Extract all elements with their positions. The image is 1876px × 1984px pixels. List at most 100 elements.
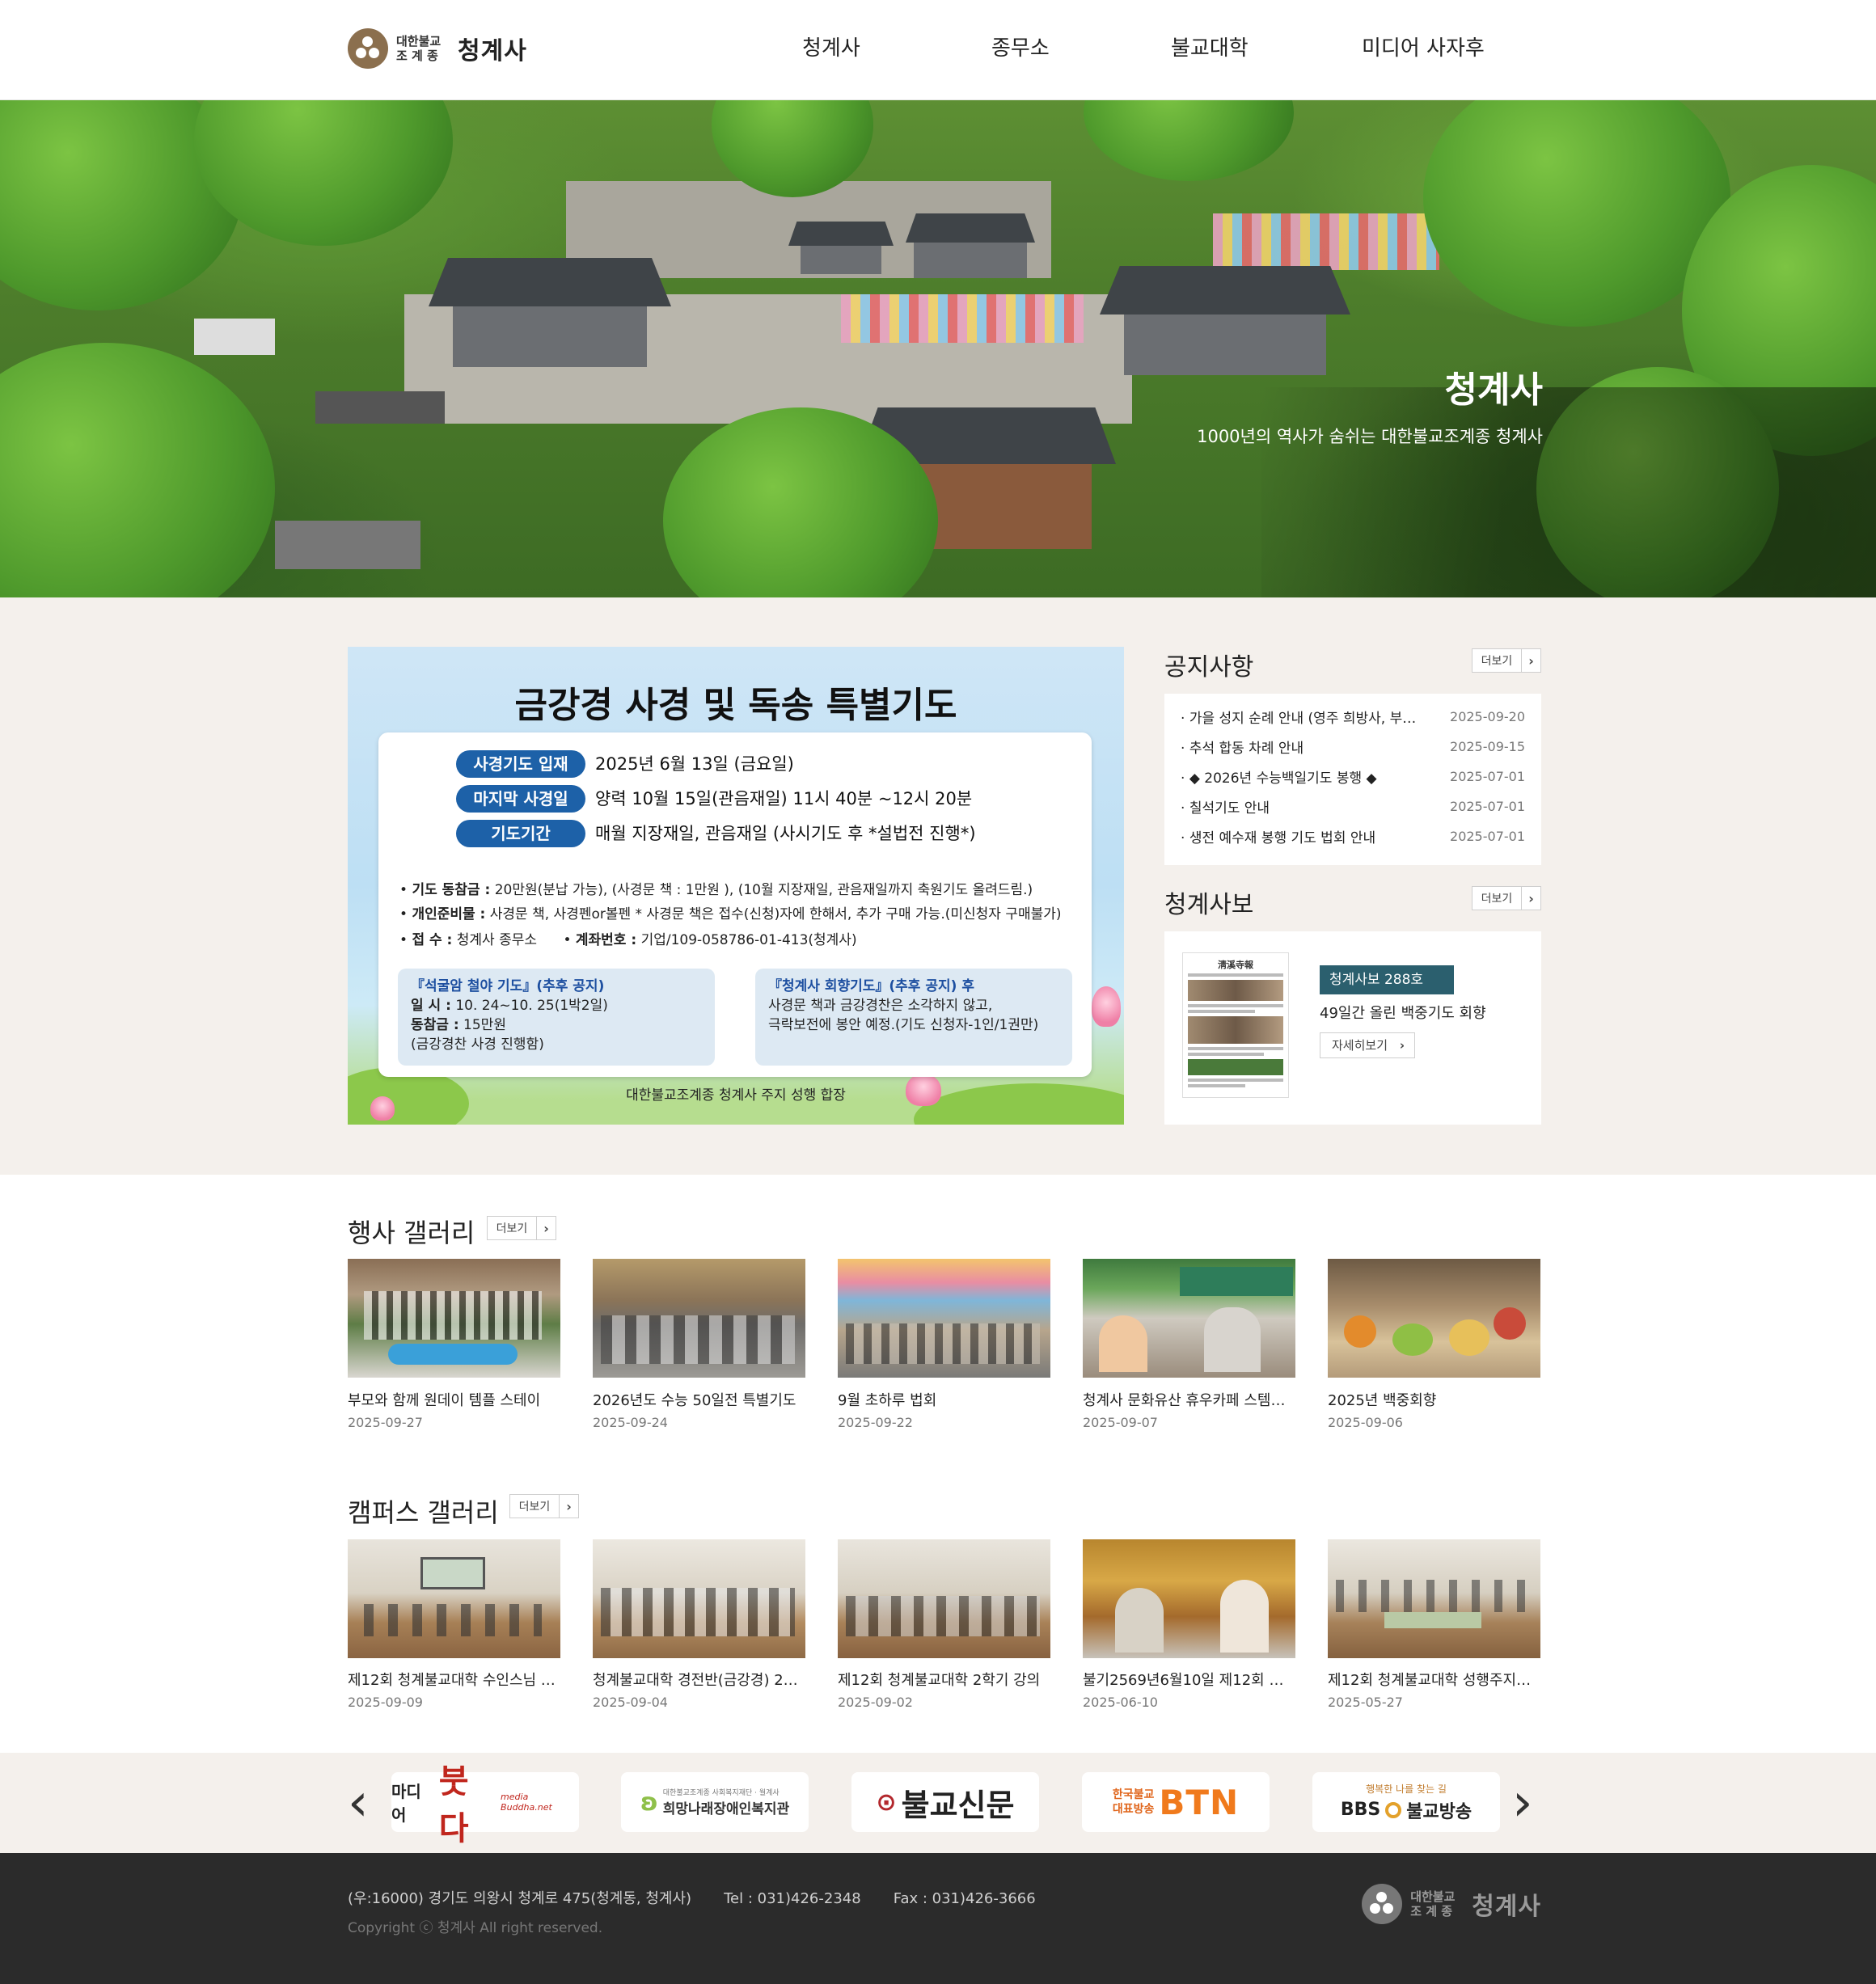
pill-last: 마지막 사경일 <box>456 785 585 813</box>
gallery-thumb[interactable] <box>1328 1539 1540 1658</box>
chevron-right-icon: › <box>1399 1038 1405 1053</box>
banner-signature: 대한불교조계종 청계사 주지 성행 합장 <box>626 1087 846 1104</box>
pill-period-value: 매월 지장재일, 관음재일 (사시기도 후 *설법전 진행*) <box>595 824 976 843</box>
pill-start: 사경기도 입재 <box>456 750 585 778</box>
site-footer: (우:16000) 경기도 의왕시 청계로 475(청계동, 청계사) Tel … <box>0 1853 1876 1984</box>
gallery-date: 2025-09-27 <box>348 1415 423 1430</box>
site-logo[interactable]: 대한불교 조 계 종 청계사 <box>348 27 527 70</box>
footer-logo[interactable]: 대한불교 조 계 종 청계사 <box>1362 1884 1541 1924</box>
gallery-caption[interactable]: 불기2569년6월10일 제12회 청계불교대학 <box>1083 1669 1295 1690</box>
gallery-caption[interactable]: 2026년도 수능 50일전 특별기도 <box>593 1389 805 1410</box>
partner-logo-media-buddha[interactable]: 마디어 붓다 media Buddha.net <box>391 1762 579 1847</box>
bbs-ring-icon <box>1385 1801 1402 1818</box>
gallery-date: 2025-09-24 <box>593 1415 668 1430</box>
gallery-date: 2025-09-02 <box>838 1695 913 1710</box>
partner-logo-bulgyo-shinmun[interactable]: ⊙ 불교신문 <box>851 1772 1039 1832</box>
nav-item-temple[interactable]: 청계사 <box>802 32 860 65</box>
gallery-thumb[interactable] <box>1328 1259 1540 1378</box>
gallery-caption[interactable]: 청계사 문화유산 휴우카페 스템프 투어 <box>1083 1389 1295 1410</box>
newsletter-card: 淸溪寺報 청계사보 288호 49일간 올린 백중기도 회향 자세히보기 › <box>1164 931 1541 1125</box>
notice-item[interactable]: · 칠석기도 안내 2025-07-01 <box>1181 791 1525 821</box>
banner-items-line: • 개인준비물 : 사경문 책, 사경펜or볼펜 * 사경문 책은 접수(신청)… <box>399 906 1062 922</box>
gallery-date: 2025-06-10 <box>1083 1695 1158 1710</box>
logo-sub-bottom: 조 계 종 <box>396 49 438 63</box>
gallery-thumb[interactable] <box>348 1539 560 1658</box>
nav-item-office[interactable]: 종무소 <box>991 32 1050 65</box>
chevron-right-icon: › <box>559 1495 578 1518</box>
nav-item-media[interactable]: 미디어 사자후 <box>1362 32 1485 65</box>
notice-item[interactable]: · 생전 예수재 봉행 기도 법회 안내 2025-07-01 <box>1181 821 1525 851</box>
pill-period: 기도기간 <box>456 820 585 847</box>
campus-gallery-more-button[interactable]: 더보기 › <box>509 1494 579 1518</box>
logo-sub-top: 대한불교 <box>396 34 442 49</box>
site-header: 대한불교 조 계 종 청계사 청계사 종무소 불교대학 미디어 사자후 <box>0 0 1876 100</box>
newsletter-headline: 49일간 올린 백중기도 회향 <box>1320 1005 1486 1022</box>
gallery-thumb[interactable] <box>593 1539 805 1658</box>
gallery-caption[interactable]: 제12회 청계불교대학 성행주지스님 법문 <box>1328 1669 1540 1690</box>
dharma-wheel-icon <box>1362 1884 1403 1924</box>
gallery-caption[interactable]: 제12회 청계불교대학 2학기 강의 <box>838 1669 1050 1690</box>
gallery-date: 2025-09-22 <box>838 1415 913 1430</box>
banner-card: 사경기도 입재 2025년 6월 13일 (금요일) 마지막 사경일 양력 10… <box>378 732 1092 1077</box>
gallery-thumb[interactable] <box>838 1259 1050 1378</box>
prev-arrow-icon[interactable]: ‹ <box>348 1777 369 1829</box>
chevron-right-icon: › <box>536 1217 556 1239</box>
partner-logo-btn[interactable]: 한국불교 대표방송 BTN <box>1082 1772 1270 1832</box>
gallery-caption[interactable]: 2025년 백중회향 <box>1328 1389 1540 1410</box>
notice-item[interactable]: · 가을 성지 순례 안내 (영주 희방사, 부석사) 2025-09-20 <box>1181 702 1525 732</box>
newsletter-issue-badge: 청계사보 288호 <box>1320 965 1454 994</box>
gallery-thumb[interactable] <box>838 1539 1050 1658</box>
newsletter-thumbnail[interactable]: 淸溪寺報 <box>1182 952 1289 1098</box>
next-arrow-icon[interactable]: › <box>1512 1777 1533 1829</box>
hero-subtitle: 1000년의 역사가 숨쉬는 대한불교조계종 청계사 <box>1197 427 1543 446</box>
gallery-thumb[interactable] <box>348 1259 560 1378</box>
banner-fee-line: • 기도 동참금 : 20만원(분납 가능), (사경문 책 : 1만원 ), … <box>399 882 1033 898</box>
partner-logo-bbs[interactable]: 행복한 나를 찾는 길 BBS 불교방송 <box>1312 1772 1500 1832</box>
newsletter-title: 청계사보 <box>1164 891 1254 919</box>
gallery-caption[interactable]: 청계불교대학 경전반(금강경) 2학기 개강 <box>593 1669 805 1690</box>
chevron-right-icon: › <box>1521 649 1540 672</box>
chevron-right-icon: › <box>1521 887 1540 910</box>
logo-name: 청계사 <box>458 37 527 65</box>
partner-logo-welfare-center[interactable]: ʚ 대한불교조계종 사회복지재단 · 월계사 희망나래장애인복지관 <box>621 1772 809 1832</box>
gallery-caption[interactable]: 9월 초하루 법회 <box>838 1389 1050 1410</box>
gallery-date: 2025-09-07 <box>1083 1415 1158 1430</box>
gallery-thumb[interactable] <box>1083 1259 1295 1378</box>
notice-item[interactable]: · 추석 합동 차례 안내 2025-09-15 <box>1181 732 1525 762</box>
butterfly-icon: ʚ <box>640 1788 658 1817</box>
campus-gallery-title: 캠퍼스 갤러리 <box>348 1497 499 1528</box>
newsletter-detail-button[interactable]: 자세히보기 › <box>1320 1032 1415 1058</box>
footer-copyright: Copyright ⓒ 청계사 All right reserved. <box>348 1920 603 1936</box>
gallery-date: 2025-09-09 <box>348 1695 423 1710</box>
note-seokguram: 『석굴암 철야 기도』(추후 공지) 일 시 : 10. 24~10. 25(1… <box>398 969 715 1066</box>
note-closing: 『청계사 회향기도』(추후 공지) 후 사경문 책과 금강경찬은 소각하지 않고… <box>755 969 1072 1066</box>
gallery-date: 2025-09-06 <box>1328 1415 1403 1430</box>
footer-fax: Fax : 031)426-3666 <box>893 1890 1036 1907</box>
gallery-caption[interactable]: 제12회 청계불교대학 수인스님 특강 <box>348 1669 560 1690</box>
hero-title: 청계사 <box>1444 369 1543 411</box>
notice-title: 공지사항 <box>1164 653 1254 682</box>
event-gallery-more-button[interactable]: 더보기 › <box>487 1216 556 1240</box>
nav-item-college[interactable]: 불교대학 <box>1171 32 1249 65</box>
pill-start-value: 2025년 6월 13일 (금요일) <box>595 754 794 774</box>
notice-more-button[interactable]: 더보기 › <box>1472 648 1541 673</box>
notice-item[interactable]: · ◆ 2026년 수능백일기도 봉행 ◆ 2025-07-01 <box>1181 762 1525 791</box>
gallery-thumb[interactable] <box>1083 1539 1295 1658</box>
gallery-date: 2025-05-27 <box>1328 1695 1403 1710</box>
hero-banner <box>0 100 1876 597</box>
gallery-date: 2025-09-04 <box>593 1695 668 1710</box>
pill-last-value: 양력 10월 15일(관음재일) 11시 40분 ~12시 20분 <box>595 789 973 808</box>
prayer-banner[interactable]: 금강경 사경 및 독송 특별기도 사경기도 입재 2025년 6월 13일 (금… <box>348 647 1124 1125</box>
footer-address: (우:16000) 경기도 의왕시 청계로 475(청계동, 청계사) Tel … <box>348 1890 1036 1907</box>
newsletter-masthead: 淸溪寺報 <box>1218 960 1253 970</box>
logo-subtitle: 대한불교 조 계 종 <box>396 34 450 63</box>
gallery-thumb[interactable] <box>593 1259 805 1378</box>
banner-reception-line: • 접 수 : 청계사 종무소 • 계좌번호 : 기업/109-058786-0… <box>399 932 857 948</box>
footer-tel: Tel : 031)426-2348 <box>724 1890 861 1907</box>
circle-logo-icon: ⊙ <box>876 1788 897 1817</box>
event-gallery-title: 행사 갤러리 <box>348 1218 475 1248</box>
notice-list: · 가을 성지 순례 안내 (영주 희방사, 부석사) 2025-09-20 · … <box>1164 694 1541 865</box>
newsletter-more-button[interactable]: 더보기 › <box>1472 886 1541 910</box>
dharma-wheel-icon <box>348 28 388 69</box>
gallery-caption[interactable]: 부모와 함께 원데이 템플 스테이 <box>348 1389 560 1410</box>
